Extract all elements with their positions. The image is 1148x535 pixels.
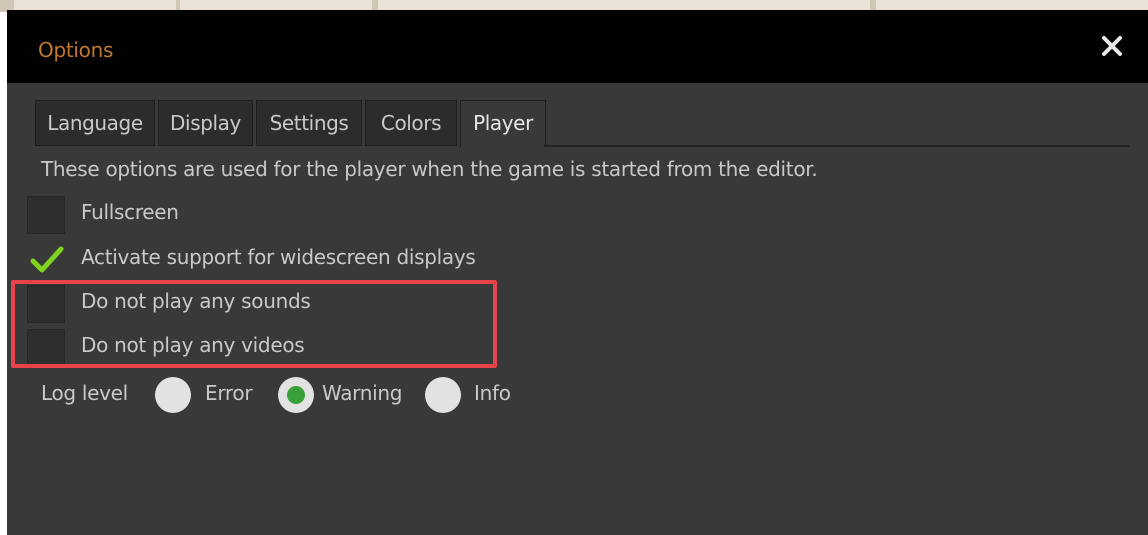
radio-error-label: Error [205,381,253,405]
radio-info[interactable] [425,377,461,413]
player-options-description: These options are used for the player wh… [41,157,818,181]
widescreen-label: Activate support for widescreen displays [81,245,476,269]
tab-player[interactable]: Player [460,100,546,147]
radio-info-label: Info [474,381,511,405]
highlight-box [11,280,497,368]
tab-settings[interactable]: Settings [256,100,362,146]
radio-warning[interactable] [278,377,314,413]
tab-display[interactable]: Display [158,100,253,146]
widescreen-checkbox[interactable] [27,241,65,279]
options-dialog: Options Language Display Settings Colors… [7,10,1148,535]
radio-selected-dot [287,386,305,404]
option-widescreen: Activate support for widescreen displays [27,241,727,279]
radio-error[interactable] [155,377,191,413]
fullscreen-label: Fullscreen [81,200,179,224]
dialog-titlebar: Options [7,10,1148,83]
radio-warning-label: Warning [322,381,403,405]
fullscreen-checkbox[interactable] [27,196,65,234]
log-level-label: Log level [41,381,128,405]
checkmark-icon [30,246,64,273]
option-fullscreen: Fullscreen [27,196,727,234]
close-icon[interactable] [1096,30,1128,62]
dialog-title: Options [38,38,114,62]
tab-underline [544,145,1129,147]
tab-language[interactable]: Language [35,100,155,146]
tab-colors[interactable]: Colors [365,100,457,146]
